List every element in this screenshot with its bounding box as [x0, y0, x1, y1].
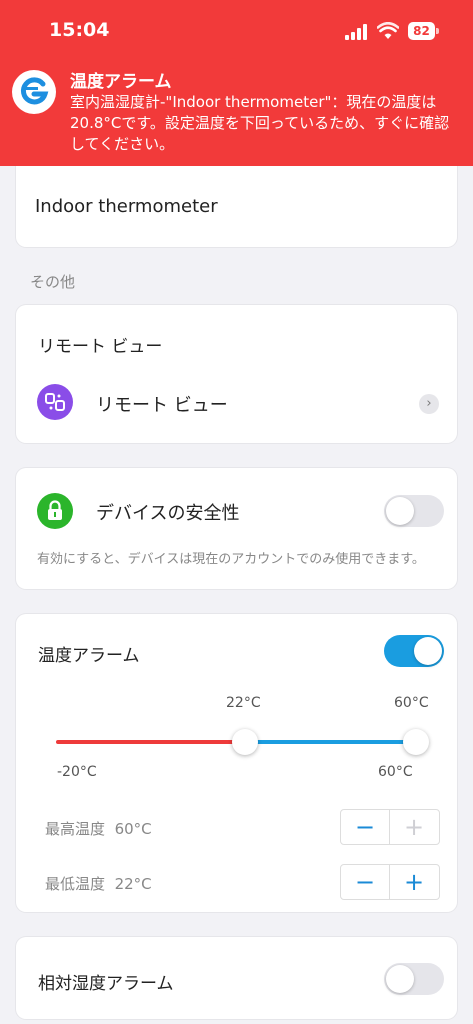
slider-track-selected	[245, 740, 416, 744]
min-temp-increase-button[interactable]: +	[390, 865, 438, 899]
remote-view-card: リモート ビュー リモート ビュー ›	[16, 305, 457, 443]
min-temp-label: 最低温度 22°C	[45, 875, 152, 893]
min-temp-decrease-button[interactable]: −	[341, 865, 390, 899]
device-security-toggle[interactable]	[384, 495, 444, 527]
max-temp-label: 最高温度 60°C	[45, 820, 152, 838]
device-security-card: デバイスの安全性 有効にすると、デバイスは現在のアカウントでのみ使用できます。	[16, 468, 457, 589]
remote-view-header: リモート ビュー	[38, 337, 163, 357]
slider-high-value-label: 60°C	[394, 695, 429, 711]
temperature-alarm-toggle[interactable]	[384, 635, 444, 667]
device-security-description: 有効にすると、デバイスは現在のアカウントでのみ使用できます。	[37, 552, 425, 567]
slider-low-handle[interactable]	[232, 729, 258, 755]
max-temp-increase-button[interactable]: +	[390, 810, 438, 844]
temperature-alarm-card: 温度アラーム 22°C 60°C -20°C 60°C 最高温度 60°C − …	[16, 614, 457, 912]
notification-body: 室内温湿度計-"Indoor thermometer"：現在の温度は20.8°C…	[70, 93, 450, 153]
slider-min-label: -20°C	[57, 764, 97, 780]
humidity-alarm-label: 相対湿度アラーム	[38, 974, 174, 994]
status-time: 15:04	[49, 19, 110, 41]
temperature-alarm-label: 温度アラーム	[38, 646, 140, 666]
max-temp-value: 60°C	[114, 820, 152, 838]
status-bar: 15:04 82	[0, 0, 473, 60]
slider-max-label: 60°C	[378, 764, 413, 780]
slider-track-below	[56, 740, 245, 744]
notification-banner[interactable]: 15:04 82 温度アラーム 室内温湿度計-"Indoor thermomet…	[0, 0, 473, 166]
humidity-alarm-card: 相対湿度アラーム	[16, 937, 457, 1019]
lock-icon	[37, 493, 73, 529]
device-security-label: デバイスの安全性	[96, 503, 240, 524]
section-label-other: その他	[30, 273, 76, 291]
humidity-alarm-toggle[interactable]	[384, 963, 444, 995]
signal-icon	[345, 24, 371, 40]
battery-tip	[436, 28, 439, 34]
remote-view-icon	[37, 384, 73, 420]
remote-view-label: リモート ビュー	[96, 395, 228, 416]
remote-view-item[interactable]: リモート ビュー ›	[16, 380, 457, 430]
max-temp-stepper: − +	[340, 809, 440, 845]
max-temp-decrease-button[interactable]: −	[341, 810, 390, 844]
wifi-icon	[377, 22, 399, 39]
slider-high-handle[interactable]	[403, 729, 429, 755]
device-name-value: Indoor thermometer	[35, 196, 218, 217]
battery-indicator: 82	[408, 22, 435, 40]
slider-low-value-label: 22°C	[226, 695, 261, 711]
chevron-right-icon: ›	[419, 394, 439, 414]
min-temp-value: 22°C	[114, 875, 152, 893]
min-temp-stepper: − +	[340, 864, 440, 900]
app-logo-icon	[12, 70, 56, 114]
notification-title: 温度アラーム	[70, 72, 172, 92]
